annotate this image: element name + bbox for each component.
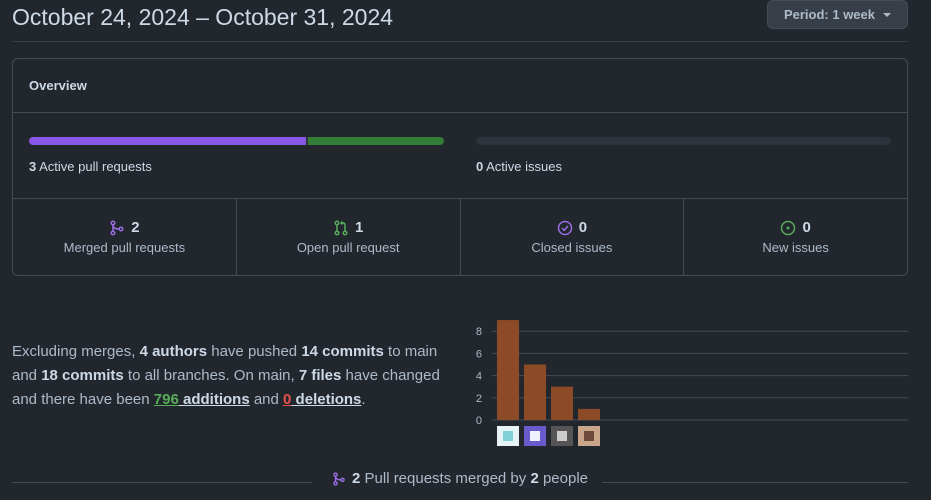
commit-bar[interactable] — [578, 408, 600, 420]
merged-pr-summary: 2 Pull requests merged by 2 people — [326, 470, 594, 487]
git-merge-icon — [110, 219, 124, 236]
y-tick-label: 6 — [476, 348, 482, 360]
open-segment — [307, 137, 444, 145]
overview-heading: Overview — [13, 59, 907, 113]
stat-label: New issues — [762, 240, 829, 255]
issues-progress-bar[interactable] — [476, 137, 891, 145]
footer-text: Pull requests merged by — [360, 470, 531, 487]
y-tick-label: 8 — [476, 326, 482, 338]
commit-bar[interactable] — [524, 364, 546, 421]
author-avatar[interactable] — [497, 426, 519, 446]
caret-down-icon — [883, 12, 891, 17]
summary-text: to all branches. On main, — [123, 367, 299, 384]
overview-bars: 3 Active pull requests 0 Active issues — [13, 113, 907, 199]
stat-value: 2 — [131, 219, 140, 236]
additions-count: 796 — [153, 391, 179, 408]
summary-text: have pushed — [207, 343, 302, 360]
issue-closed-icon — [557, 220, 572, 235]
files-count: 7 files — [298, 367, 342, 384]
summary-text: and — [249, 391, 284, 408]
merged-pr-footer: 2 Pull requests merged by 2 people — [12, 468, 908, 492]
stat-value: 1 — [354, 219, 364, 236]
page-title: October 24, 2024 – October 31, 2024 — [12, 4, 394, 30]
active-issues-link[interactable]: 0 Active issues — [476, 159, 562, 174]
commit-bar[interactable] — [551, 386, 573, 420]
summary-text: Excluding merges, — [12, 343, 140, 360]
period-dropdown-button[interactable]: Period: 1 week — [766, 0, 908, 29]
additions-word: additions — [178, 391, 250, 408]
footer-text: people — [538, 470, 588, 487]
git-pull-request-icon — [334, 219, 348, 236]
overview-panel: Overview 3 Active pull requests 0 Active… — [12, 58, 908, 276]
y-tick-label: 4 — [476, 371, 482, 383]
author-avatar[interactable] — [578, 426, 600, 446]
stat-label: Closed issues — [531, 240, 613, 255]
commits-main-count: 14 commits — [301, 343, 384, 360]
author-avatar[interactable] — [524, 426, 546, 446]
authors-count: 4 authors — [139, 343, 208, 360]
stat-open-pull-request[interactable]: 1 Open pull request — [237, 199, 461, 275]
commits-by-author-chart: 0 2 4 6 8 — [476, 320, 908, 446]
stat-value: 0 — [578, 219, 588, 236]
issue-opened-icon — [781, 220, 796, 235]
active-issues-label: Active issues — [486, 159, 563, 174]
stat-label: Open pull request — [296, 240, 400, 255]
active-pr-label: Active pull requests — [39, 159, 152, 174]
y-tick-label: 2 — [476, 393, 482, 405]
merged-segment — [29, 137, 306, 145]
people-count: 2 — [530, 470, 539, 487]
author-avatar[interactable] — [551, 426, 573, 446]
stat-value: 0 — [802, 219, 811, 236]
stat-merged-pull-requests[interactable]: 2 Merged pull requests — [13, 199, 237, 275]
stats-row: 2 Merged pull requests 1 Open pull reque… — [13, 199, 907, 275]
y-tick-label: 0 — [476, 415, 482, 427]
git-merge-icon — [333, 471, 345, 486]
pull-requests-progress-bar[interactable] — [29, 137, 444, 145]
active-issues-count: 0 — [476, 159, 484, 174]
deletions-link[interactable]: 0 deletions — [283, 391, 361, 408]
header: October 24, 2024 – October 31, 2024 Peri… — [12, 0, 908, 42]
commit-bar[interactable] — [497, 320, 519, 420]
commit-summary: Excluding merges, 4 authors have pushed … — [12, 340, 462, 412]
stat-new-issues[interactable]: 0 New issues — [684, 199, 907, 275]
stat-closed-issues[interactable]: 0 Closed issues — [461, 199, 685, 275]
period-label: Period: 1 week — [783, 7, 875, 22]
active-pull-requests-link[interactable]: 3 Active pull requests — [29, 159, 152, 174]
summary-text: . — [361, 391, 366, 408]
deletions-word: deletions — [291, 391, 362, 408]
commits-all-count: 18 commits — [41, 367, 124, 384]
stat-label: Merged pull requests — [63, 240, 186, 255]
active-pr-count: 3 — [29, 159, 37, 174]
additions-link[interactable]: 796 additions — [154, 391, 250, 408]
